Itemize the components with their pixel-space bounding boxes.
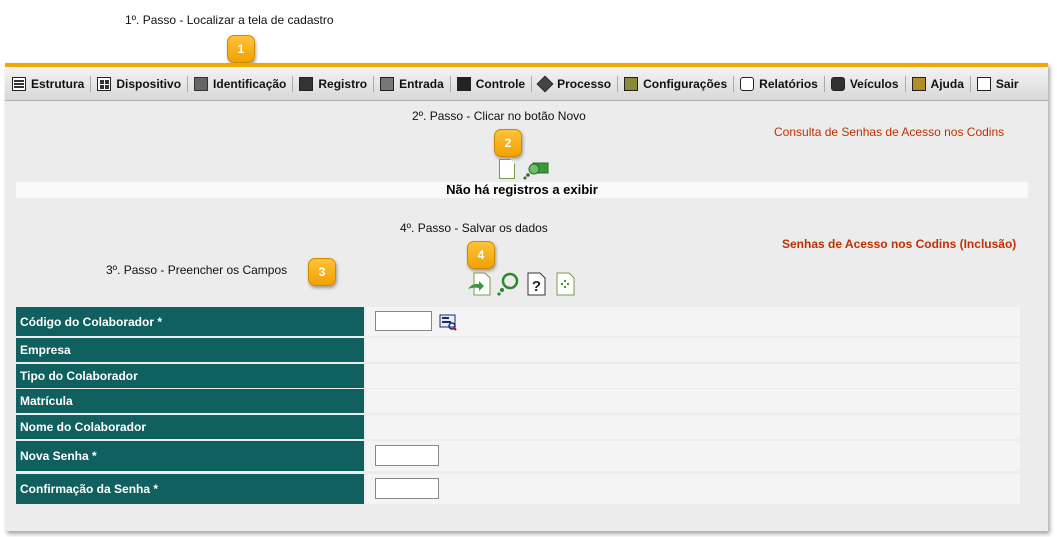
menu-item-sair[interactable]: Sair bbox=[976, 76, 1019, 91]
menu-separator bbox=[531, 75, 533, 92]
empresa-value bbox=[366, 338, 1020, 362]
codigo-label: Código do Colaborador * bbox=[16, 307, 364, 336]
form-row-confirmacao: Confirmação da Senha * bbox=[16, 474, 1020, 504]
matricula-label: Matrícula bbox=[16, 389, 364, 413]
menu-separator bbox=[90, 75, 92, 92]
menu-separator bbox=[373, 75, 375, 92]
codigo-colaborador-input[interactable] bbox=[375, 311, 432, 331]
controle-icon bbox=[456, 76, 471, 91]
processo-icon bbox=[536, 75, 554, 92]
callout-4: 4 bbox=[467, 241, 495, 269]
save-icon[interactable] bbox=[466, 271, 492, 297]
search-icon[interactable] bbox=[496, 271, 520, 297]
form-row-empresa: Empresa bbox=[16, 338, 1020, 362]
menu-item-label: Sair bbox=[995, 76, 1019, 91]
form-row-codigo: Código do Colaborador * bbox=[16, 307, 1020, 336]
menu-separator bbox=[449, 75, 451, 92]
step3-text: 3º. Passo - Preencher os Campos bbox=[106, 263, 288, 277]
menu-item-estrutura[interactable]: Estrutura bbox=[12, 76, 85, 91]
veiculos-icon bbox=[830, 76, 845, 91]
search-list-icon[interactable] bbox=[523, 160, 549, 180]
menu-item-label: Configurações bbox=[643, 76, 728, 91]
callout-2: 2 bbox=[494, 129, 522, 157]
confirmacao-senha-cell bbox=[366, 474, 1020, 504]
menu-item-label: Registro bbox=[318, 76, 368, 91]
menu-separator bbox=[733, 75, 735, 92]
tipo-colaborador-label: Tipo do Colaborador bbox=[16, 364, 364, 388]
menu-item-label: Relatórios bbox=[759, 76, 818, 91]
empresa-label: Empresa bbox=[16, 338, 364, 362]
ajuda-icon bbox=[911, 76, 926, 91]
menu-separator bbox=[617, 75, 619, 92]
menu-item-identificacao[interactable]: Identificação bbox=[194, 76, 287, 91]
codigo-value-cell bbox=[366, 307, 1020, 336]
menu-item-label: Dispositivo bbox=[116, 76, 182, 91]
menu-item-dispositivo[interactable]: Dispositivo bbox=[97, 76, 182, 91]
relatorios-icon bbox=[740, 76, 755, 91]
menu-item-controle[interactable]: Controle bbox=[456, 76, 526, 91]
step1-text: 1º. Passo - Localizar a tela de cadastro bbox=[125, 13, 334, 27]
form-row-nova-senha: Nova Senha * bbox=[16, 441, 1020, 471]
menu-item-label: Controle bbox=[475, 76, 526, 91]
menu-item-processo[interactable]: Processo bbox=[536, 75, 612, 92]
menu-separator bbox=[292, 75, 294, 92]
sair-icon bbox=[976, 76, 991, 91]
nova-senha-label: Nova Senha * bbox=[16, 441, 364, 471]
form-row-tipo: Tipo do Colaborador bbox=[16, 364, 1020, 388]
inclusao-title: Senhas de Acesso nos Codins (Inclusão) bbox=[782, 237, 1017, 251]
consulta-title: Consulta de Senhas de Acesso nos Codins bbox=[774, 125, 1005, 139]
menu-item-label: Ajuda bbox=[930, 76, 964, 91]
matricula-value bbox=[366, 389, 1020, 413]
form-row-matricula: Matrícula bbox=[16, 389, 1020, 413]
tipo-colaborador-value bbox=[366, 364, 1020, 388]
dispositivo-icon bbox=[97, 76, 112, 91]
nome-colaborador-value bbox=[366, 415, 1020, 439]
lookup-icon[interactable] bbox=[439, 313, 457, 331]
menu-item-entrada[interactable]: Entrada bbox=[380, 76, 444, 91]
estrutura-icon bbox=[12, 76, 26, 91]
menu-separator bbox=[187, 75, 189, 92]
menu-item-label: Identificação bbox=[213, 76, 287, 91]
step2-text: 2º. Passo - Clicar no botão Novo bbox=[412, 109, 586, 123]
help-icon[interactable]: ? bbox=[525, 271, 547, 297]
callout-3: 3 bbox=[308, 258, 336, 286]
identificacao-icon bbox=[194, 76, 209, 91]
nova-senha-input[interactable] bbox=[375, 445, 439, 466]
nome-colaborador-label: Nome do Colaborador bbox=[16, 415, 364, 439]
menu-item-label: Entrada bbox=[399, 76, 444, 91]
menu-separator bbox=[969, 75, 971, 92]
menu-item-label: Processo bbox=[557, 76, 612, 91]
registro-icon bbox=[299, 76, 314, 91]
callout-1: 1 bbox=[227, 35, 255, 63]
svg-text:?: ? bbox=[532, 278, 541, 295]
empty-records-message: Não há registros a exibir bbox=[16, 182, 1028, 198]
back-icon[interactable] bbox=[554, 271, 576, 297]
menu-item-veiculos[interactable]: Veículos bbox=[830, 76, 899, 91]
menu-item-registro[interactable]: Registro bbox=[299, 76, 368, 91]
menu-item-label: Veículos bbox=[849, 76, 899, 91]
menu-item-relatorios[interactable]: Relatórios bbox=[740, 76, 818, 91]
menu-separator bbox=[904, 75, 906, 92]
menu-item-ajuda[interactable]: Ajuda bbox=[911, 76, 964, 91]
menu-separator bbox=[823, 75, 825, 92]
main-menubar: Estrutura Dispositivo Identificação Regi… bbox=[5, 67, 1048, 101]
configuracoes-icon bbox=[624, 76, 639, 91]
menu-item-label: Estrutura bbox=[31, 76, 85, 91]
new-record-icon[interactable] bbox=[499, 159, 515, 179]
confirmacao-senha-input[interactable] bbox=[375, 478, 439, 499]
form-row-nome: Nome do Colaborador bbox=[16, 415, 1020, 439]
confirmacao-senha-label: Confirmação da Senha * bbox=[16, 474, 364, 504]
menu-item-configuracoes[interactable]: Configurações bbox=[624, 76, 728, 91]
step4-text: 4º. Passo - Salvar os dados bbox=[400, 221, 548, 235]
nova-senha-cell bbox=[366, 441, 1020, 471]
entrada-icon bbox=[380, 76, 395, 91]
